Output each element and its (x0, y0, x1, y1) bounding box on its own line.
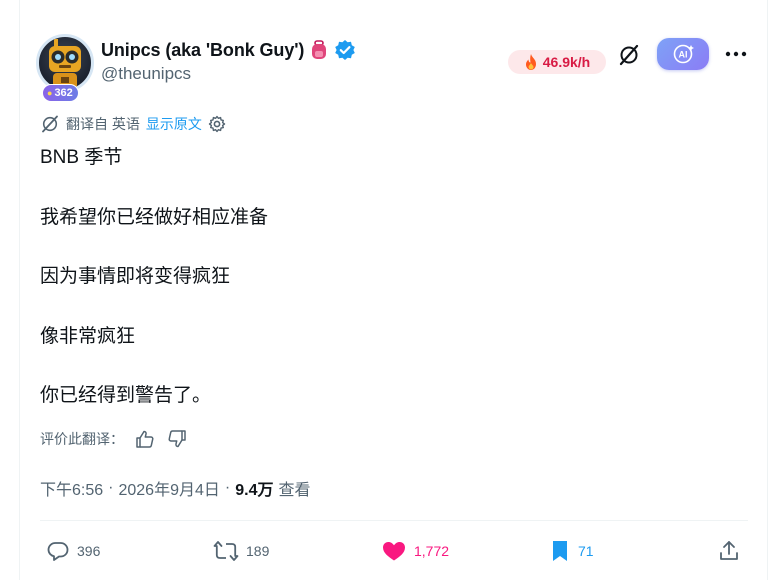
divider (40, 520, 748, 521)
tweet-text-line: 因为事情即将变得疯狂 (40, 266, 231, 287)
tweet-meta-row: 下午6:56 · 2026年9月4日 · 9.4万 查看 (40, 476, 310, 500)
reply-count: 396 (77, 543, 101, 559)
thumbs-down-icon[interactable] (166, 429, 188, 449)
ai-icon: AI (673, 44, 694, 64)
tweet-time[interactable]: 下午6:56 (40, 476, 103, 500)
tweet-text-line: 像非常疯狂 (40, 326, 136, 347)
verified-badge-icon[interactable] (334, 39, 356, 61)
card-border-left (19, 0, 20, 580)
share-button[interactable] (717, 538, 741, 564)
translated-from-text: 翻译自 英语 (66, 116, 140, 132)
reply-button[interactable]: 396 (46, 538, 100, 564)
ai-assistant-button[interactable]: AI (657, 38, 709, 70)
backpack-emoji-icon (312, 40, 327, 59)
tweet-text-line: 我希望你已经做好相应准备 (40, 207, 269, 228)
hide-translation-button[interactable] (617, 43, 641, 67)
level-value: 362 (54, 87, 73, 99)
like-button[interactable]: 1,772 (381, 538, 449, 564)
rate-translation-label: 评价此翻译： (40, 431, 124, 447)
bulb-icon: ● (47, 88, 53, 98)
bookmark-icon (553, 541, 567, 561)
author-display-name[interactable]: Unipcs (aka 'Bonk Guy') (101, 40, 304, 61)
trend-rate-value: 46.9k/h (542, 54, 591, 70)
views-count[interactable]: 9.4万 (235, 476, 273, 500)
show-original-link[interactable]: 显示原文 (146, 114, 202, 134)
author-name-row: Unipcs (aka 'Bonk Guy') (101, 39, 356, 61)
robot-avatar-icon (49, 39, 81, 89)
translate-slash-icon (42, 115, 58, 133)
fire-icon (525, 54, 536, 70)
trend-rate-badge[interactable]: 46.9k/h (508, 50, 606, 74)
meta-separator: · (108, 479, 114, 496)
rate-translation-row: 评价此翻译： (40, 428, 188, 450)
tweet-text-line: BNB 季节 (40, 147, 123, 168)
more-options-button[interactable] (723, 45, 749, 63)
reply-icon (47, 542, 69, 561)
author-handle[interactable]: @theunipcs (101, 64, 191, 84)
translation-info-row: 翻译自 英语 显示原文 (40, 113, 226, 135)
repost-button[interactable]: 189 (213, 538, 269, 564)
slash-icon (619, 44, 639, 66)
gear-icon[interactable] (208, 115, 226, 133)
bookmark-count: 71 (578, 543, 594, 559)
tweet-text-line: 你已经得到警告了。 (40, 385, 212, 406)
bookmark-button[interactable]: 71 (549, 538, 594, 564)
tweet-date[interactable]: 2026年9月4日 (118, 476, 219, 500)
meta-separator: · (224, 479, 231, 496)
thumbs-up-icon[interactable] (134, 429, 156, 449)
more-icon (725, 51, 747, 57)
repost-count: 189 (246, 543, 270, 559)
ai-icon-label: AI (679, 50, 688, 60)
author-avatar-container[interactable]: ● 362 (36, 34, 94, 102)
views-label: 查看 (278, 482, 311, 499)
like-count: 1,772 (414, 543, 450, 559)
level-badge: ● 362 (42, 84, 79, 102)
share-upload-icon (720, 541, 738, 560)
repost-icon (213, 541, 239, 561)
heart-icon (383, 542, 405, 561)
card-border-right (767, 0, 768, 580)
